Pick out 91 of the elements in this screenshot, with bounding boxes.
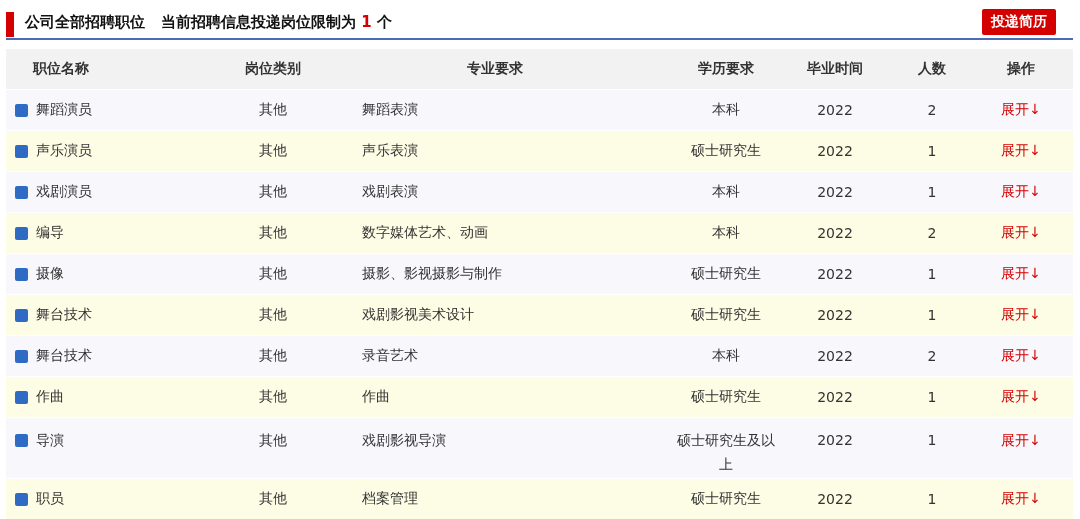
- table-cell: 摄影、影视摄影与制作: [362, 265, 502, 281]
- table-cell: 1: [927, 491, 937, 507]
- table-cell: 其他: [258, 183, 287, 201]
- table-cell: 硕士研究生: [691, 306, 761, 324]
- table-cell: 2022: [817, 266, 853, 282]
- bullet-icon: [15, 492, 28, 506]
- table-cell: 戏剧表演: [362, 183, 418, 199]
- table-cell: 摄像: [36, 265, 64, 283]
- bullet-icon: [15, 226, 28, 240]
- expand-link[interactable]: 展开↓: [1001, 490, 1041, 508]
- expand-link[interactable]: 展开↓: [1001, 142, 1041, 160]
- table-cell: 硕士研究生: [691, 265, 761, 283]
- table-cell: 戏剧演员: [36, 183, 92, 201]
- bullet-icon: [15, 103, 28, 117]
- table-cell: 其他: [258, 265, 287, 283]
- table-cell: 2: [927, 102, 937, 118]
- table-cell: 1: [927, 184, 937, 200]
- table-cell: 2022: [817, 143, 853, 159]
- column-header: 学历要求: [698, 60, 754, 78]
- table-cell: 本科: [712, 347, 740, 365]
- table-cell: 其他: [258, 142, 287, 160]
- table-cell: 1: [927, 266, 937, 282]
- column-header: 职位名称: [31, 60, 89, 78]
- table-cell: 硕士研究生: [691, 490, 761, 508]
- bullet-icon: [15, 267, 28, 281]
- table-cell: 2022: [817, 225, 853, 241]
- expand-link[interactable]: 展开↓: [1001, 347, 1041, 365]
- table-cell: 2022: [817, 491, 853, 507]
- table-cell: 声乐表演: [362, 142, 418, 158]
- table-cell: 舞蹈表演: [362, 101, 418, 117]
- table-cell: 本科: [712, 183, 740, 201]
- bullet-icon: [15, 185, 28, 199]
- bullet-icon: [15, 308, 28, 322]
- table-cell: 其他: [258, 388, 287, 406]
- table-cell: 声乐演员: [36, 142, 92, 160]
- column-header: 专业要求: [467, 60, 523, 78]
- table-cell-text: 1: [927, 431, 937, 450]
- table-cell: 档案管理: [362, 490, 418, 506]
- table-cell-text: 导演: [36, 431, 64, 450]
- table-cell: 戏剧影视美术设计: [362, 306, 474, 322]
- table-cell: 1: [927, 143, 937, 159]
- table-cell: 2022: [817, 348, 853, 364]
- limit-text: 当前招聘信息投递岗位限制为 1 个: [161, 13, 392, 32]
- table-cell: 硕士研究生: [691, 388, 761, 406]
- table-cell: 其他: [258, 490, 287, 508]
- expand-link[interactable]: 展开↓: [1001, 428, 1041, 452]
- table-cell: 数字媒体艺术、动画: [362, 224, 488, 240]
- table-cell: 戏剧影视导演: [362, 432, 446, 448]
- bullet-icon: [15, 390, 28, 404]
- table-cell: 本科: [712, 101, 740, 119]
- table-cell-text: 其他: [258, 431, 287, 450]
- table-cell-text: 2022: [817, 431, 853, 450]
- bullet-icon: [15, 433, 28, 447]
- expand-link[interactable]: 展开↓: [1001, 101, 1041, 119]
- table-cell: 录音艺术: [362, 347, 418, 363]
- column-header: 岗位类别: [244, 60, 301, 78]
- table-cell: 2022: [817, 389, 853, 405]
- bullet-icon: [15, 144, 28, 158]
- column-header: 毕业时间: [807, 60, 863, 78]
- table-cell-text: 硕士研究生及以上: [676, 431, 776, 474]
- table-cell: 本科: [712, 224, 740, 242]
- column-header: 操作: [1007, 60, 1035, 78]
- column-header: 人数: [918, 60, 946, 78]
- accent-bar: [6, 11, 14, 37]
- table-cell: 作曲: [36, 388, 64, 406]
- submit-resume-button[interactable]: 投递简历: [982, 8, 1056, 35]
- expand-link[interactable]: 展开↓: [1001, 306, 1041, 324]
- bullet-icon: [15, 349, 28, 363]
- table-cell: 编导: [36, 224, 64, 242]
- table-cell: 职员: [36, 490, 64, 508]
- table-cell: 舞台技术: [36, 347, 92, 365]
- table-cell: 其他: [258, 101, 287, 119]
- expand-link[interactable]: 展开↓: [1001, 388, 1041, 406]
- expand-link[interactable]: 展开↓: [1001, 183, 1041, 201]
- table-cell: 作曲: [362, 388, 390, 404]
- table-cell: 舞台技术: [36, 306, 92, 324]
- expand-link[interactable]: 展开↓: [1001, 224, 1041, 242]
- table-cell: 2: [927, 348, 937, 364]
- table-cell: 其他: [258, 347, 287, 365]
- table-cell: 1: [927, 389, 937, 405]
- table-cell: 2: [927, 225, 937, 241]
- expand-link[interactable]: 展开↓: [1001, 265, 1041, 283]
- section-title: 公司全部招聘职位: [25, 13, 145, 32]
- table-cell: 1: [927, 307, 937, 323]
- table-cell: 2022: [817, 307, 853, 323]
- table-cell: 其他: [258, 306, 287, 324]
- table-cell: 2022: [817, 102, 853, 118]
- table-cell: 2022: [817, 184, 853, 200]
- table-cell: 其他: [258, 224, 287, 242]
- table-cell: 硕士研究生: [691, 142, 761, 160]
- table-cell: 舞蹈演员: [36, 101, 92, 119]
